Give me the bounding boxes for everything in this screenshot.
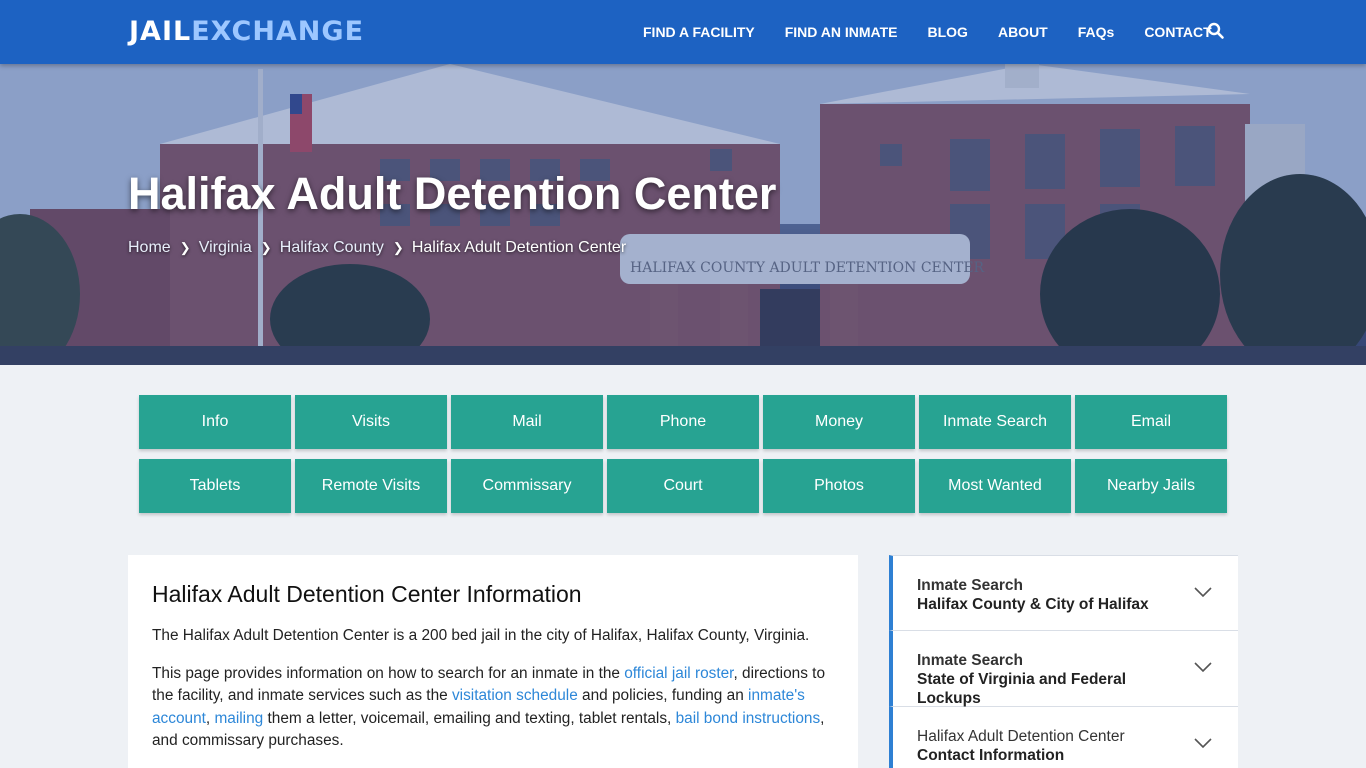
nav-blog[interactable]: BLOG [928, 24, 968, 40]
menu-button-visits[interactable]: Visits [295, 395, 447, 449]
main-nav: FIND A FACILITY FIND AN INMATE BLOG ABOU… [643, 0, 1242, 64]
menu-button-commissary[interactable]: Commissary [451, 459, 603, 513]
menu-button-nearby-jails[interactable]: Nearby Jails [1075, 459, 1227, 513]
info-description: This page provides information on how to… [152, 663, 834, 753]
top-navbar: JAILEXCHANGE FIND A FACILITY FIND AN INM… [0, 0, 1366, 64]
info-text: This page provides information on how to… [152, 664, 625, 682]
facility-info-card: Halifax Adult Detention Center Informati… [128, 555, 858, 768]
mailing-link[interactable]: mailing [214, 710, 263, 727]
bail-bond-instructions-link[interactable]: bail bond instructions [676, 710, 821, 727]
info-summary: The Halifax Adult Detention Center is a … [152, 627, 810, 644]
menu-button-mail[interactable]: Mail [451, 395, 603, 449]
nav-find-facility[interactable]: FIND A FACILITY [643, 24, 755, 40]
accordion-subtitle: Halifax County & City of Halifax [917, 596, 1149, 613]
accordion-inmate-search-county[interactable]: Inmate Search Halifax County & City of H… [889, 555, 1238, 631]
chevron-right-icon: ❯ [392, 240, 404, 255]
site-logo[interactable]: JAILEXCHANGE [129, 16, 364, 48]
accordion-subtitle: Contact Information [917, 747, 1065, 764]
logo-part-exchange: EXCHANGE [191, 16, 365, 47]
menu-button-photos[interactable]: Photos [763, 459, 915, 513]
logo-part-jail: JAIL [129, 16, 192, 47]
visitation-schedule-link[interactable]: visitation schedule [452, 687, 578, 704]
breadcrumb-virginia[interactable]: Virginia [199, 239, 252, 257]
breadcrumb-halifax-county[interactable]: Halifax County [280, 239, 384, 257]
nav-contact[interactable]: CONTACT [1144, 24, 1211, 40]
facility-menu-grid: Info Visits Mail Phone Money Inmate Sear… [139, 395, 1229, 513]
menu-button-tablets[interactable]: Tablets [139, 459, 291, 513]
menu-button-court[interactable]: Court [607, 459, 759, 513]
menu-button-email[interactable]: Email [1075, 395, 1227, 449]
info-heading: Halifax Adult Detention Center Informati… [152, 581, 582, 607]
chevron-down-icon [1194, 738, 1212, 749]
menu-button-inmate-search[interactable]: Inmate Search [919, 395, 1071, 449]
chevron-down-icon [1194, 587, 1212, 598]
accordion-title: Inmate Search [917, 577, 1023, 594]
breadcrumb-current: Halifax Adult Detention Center [411, 239, 627, 256]
nav-faqs[interactable]: FAQs [1078, 24, 1115, 40]
menu-button-money[interactable]: Money [763, 395, 915, 449]
info-text: and policies, funding an [577, 687, 749, 704]
breadcrumb-home[interactable]: Home [128, 239, 171, 257]
accordion-subtitle: State of Virginia and Federal Lockups [917, 671, 1127, 707]
menu-button-info[interactable]: Info [139, 395, 291, 449]
chevron-right-icon: ❯ [260, 240, 272, 255]
nav-about[interactable]: ABOUT [998, 24, 1048, 40]
menu-button-most-wanted[interactable]: Most Wanted [919, 459, 1071, 513]
chevron-right-icon: ❯ [179, 240, 191, 255]
page-title: Halifax Adult Detention Center [128, 168, 777, 219]
nav-find-inmate[interactable]: FIND AN INMATE [785, 24, 898, 40]
chevron-down-icon [1194, 662, 1212, 673]
hero-banner: HALIFAX COUNTY ADULT DETENTION CENTER Ha… [0, 64, 1366, 365]
search-icon[interactable] [1207, 22, 1225, 40]
sidebar-accordion: Inmate Search Halifax County & City of H… [889, 555, 1238, 768]
breadcrumb: Home ❯ Virginia ❯ Halifax County ❯ Halif… [128, 239, 626, 257]
official-jail-roster-link[interactable]: official jail roster [624, 665, 733, 682]
accordion-title: Halifax Adult Detention Center [917, 728, 1125, 745]
accordion-inmate-search-state[interactable]: Inmate Search State of Virginia and Fede… [889, 631, 1238, 707]
accordion-title: Inmate Search [917, 652, 1023, 669]
accordion-contact-information[interactable]: Halifax Adult Detention Center Contact I… [889, 707, 1238, 768]
menu-button-phone[interactable]: Phone [607, 395, 759, 449]
menu-button-remote-visits[interactable]: Remote Visits [295, 459, 447, 513]
info-text: them a letter, voicemail, emailing and t… [263, 709, 676, 727]
